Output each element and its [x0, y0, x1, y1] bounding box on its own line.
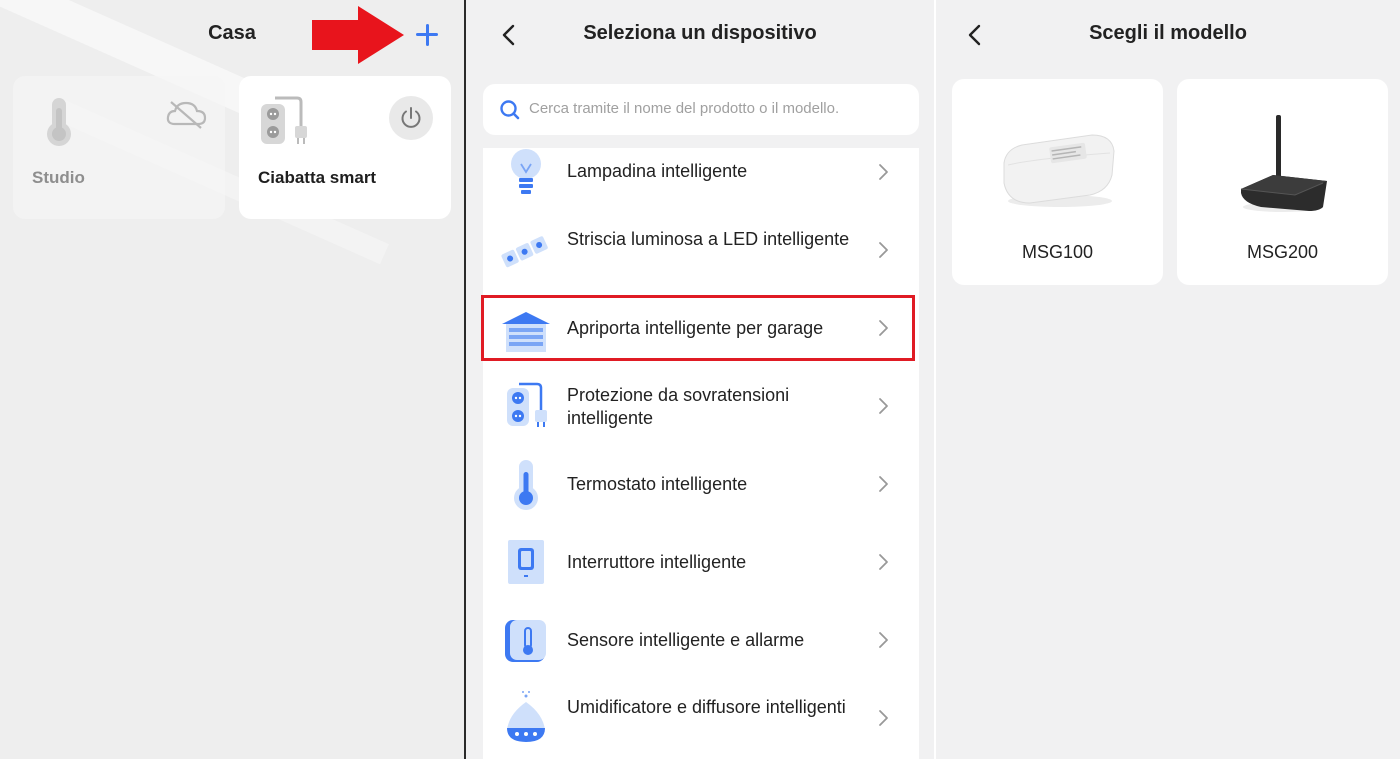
msg200-hub-image — [1240, 115, 1327, 212]
device-card-studio[interactable]: Studio — [13, 76, 225, 219]
chevron-right-icon — [879, 320, 888, 336]
chevron-right-icon — [879, 554, 888, 570]
power-strip-icon — [261, 96, 307, 144]
model-card-msg200[interactable]: MSG200 — [1177, 79, 1388, 285]
item-label: Umidificatore e diffusore intelligenti — [567, 697, 846, 717]
device-name: Studio — [32, 168, 85, 187]
list-item-garage-door-opener[interactable]: Apriporta intelligente per garage — [483, 290, 919, 366]
search-bar[interactable] — [483, 84, 919, 135]
choose-model-panel: Scegli il modello MSG100 MSG200 — [936, 0, 1400, 759]
device-category-list: Lampadina intelligente Striscia luminosa… — [483, 148, 919, 759]
select-device-panel: Seleziona un dispositivo Lampadina intel… — [466, 0, 934, 759]
item-label: Apriporta intelligente per garage — [567, 318, 824, 338]
humidifier-icon — [507, 691, 545, 742]
item-label: Interruttore intelligente — [567, 552, 747, 572]
red-arrow-annotation — [312, 6, 404, 64]
msg100-device-image — [1003, 134, 1115, 207]
chevron-right-icon — [879, 398, 888, 414]
item-label: Striscia luminosa a LED intelligente — [567, 229, 850, 249]
list-item-surge-protector[interactable]: Protezione da sovratensioni intelligente — [483, 368, 919, 444]
list-item-humidifier[interactable]: Umidificatore e diffusore intelligenti — [483, 680, 919, 756]
thermometer-icon — [47, 98, 71, 146]
list-item-switch[interactable]: Interruttore intelligente — [483, 524, 919, 600]
item-label: Lampadina intelligente — [567, 161, 748, 181]
garage-door-icon — [502, 312, 550, 352]
chevron-right-icon — [879, 242, 888, 258]
model-name: MSG200 — [1246, 242, 1319, 262]
list-item-led-strip[interactable]: Striscia luminosa a LED intelligente — [483, 212, 919, 288]
chevron-right-icon — [879, 476, 888, 492]
home-panel: Casa Studio Ciabatta smart — [0, 0, 464, 759]
power-icon — [401, 107, 421, 128]
list-item-thermostat[interactable]: Termostato intelligente — [483, 446, 919, 522]
model-card-msg100[interactable]: MSG100 — [952, 79, 1163, 285]
list-item-bulb[interactable]: Lampadina intelligente — [483, 134, 919, 210]
item-label: Protezione da sovratensioni intelligente — [567, 385, 790, 428]
item-label: Sensore intelligente e allarme — [567, 630, 805, 650]
add-device-button[interactable] — [408, 16, 446, 54]
cloud-offline-icon — [166, 101, 207, 129]
chevron-right-icon — [879, 710, 888, 726]
led-strip-icon — [501, 236, 548, 268]
model-name: MSG100 — [1021, 242, 1094, 262]
list-item-sensor-alarm[interactable]: Sensore intelligente e allarme — [483, 602, 919, 678]
page-title: Seleziona un dispositivo — [583, 22, 817, 44]
power-toggle-button[interactable] — [389, 96, 433, 140]
sensor-icon — [505, 620, 546, 662]
thermostat-icon — [514, 460, 538, 510]
item-label: Termostato intelligente — [567, 474, 748, 494]
page-title: Scegli il modello — [1089, 22, 1247, 44]
chevron-right-icon — [879, 632, 888, 648]
surge-protector-icon — [507, 382, 547, 427]
device-name: Ciabatta smart — [258, 168, 377, 187]
chevron-right-icon — [879, 164, 888, 180]
switch-icon — [508, 540, 544, 584]
search-input[interactable] — [529, 100, 909, 117]
search-icon — [500, 100, 520, 120]
device-card-ciabatta-smart[interactable]: Ciabatta smart — [239, 76, 451, 219]
bulb-icon — [511, 149, 541, 194]
